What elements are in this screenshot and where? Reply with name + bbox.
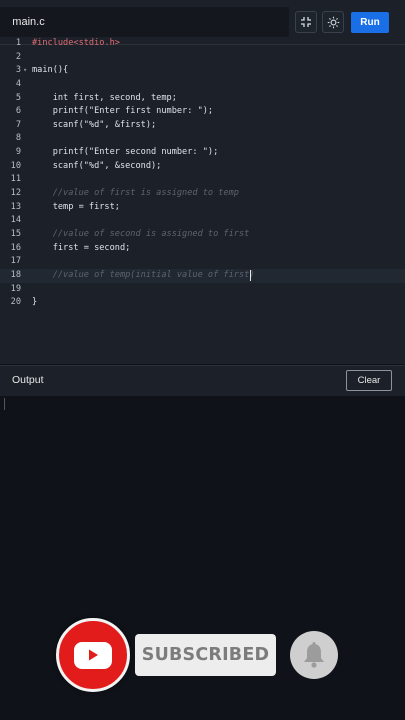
youtube-logo[interactable] [56,618,130,692]
tab-label: main.c [12,16,45,28]
line-number: 10 [10,160,21,171]
code-text: //value of temp(initial value of first) [32,269,255,280]
line-number: 13 [10,201,21,212]
fold-toggle-icon[interactable]: ▾ [23,64,27,78]
clear-button[interactable]: Clear [346,370,392,391]
code-line[interactable]: 20} [0,296,405,310]
code-line[interactable]: 8 [0,132,405,146]
code-line[interactable]: 1 #include<stdio.h> [0,37,405,51]
output-title: Output [12,374,44,386]
code-text: //value of first is assigned to temp [32,188,239,199]
code-text: main(){ [32,65,69,76]
code-line[interactable]: 11 [0,173,405,187]
line-number: 9 [15,147,21,158]
line-number: 20 [10,297,21,308]
line-number: 12 [10,188,21,199]
output-cursor [4,398,5,410]
tab-strip [57,7,289,37]
code-editor[interactable]: main.c Run 1 #include<stdio.h> 2 3 ▾ main(){ 4… [0,0,405,364]
line-number: 5 [15,92,21,103]
line-number: 6 [15,106,21,117]
code-line[interactable]: 16 first = second; [0,242,405,256]
code-text: //value of second is assigned to first [32,228,250,239]
line-number: 7 [15,119,21,130]
code-line[interactable]: 10 scanf("%d", &second); [0,160,405,174]
line-number: 16 [10,242,21,253]
code-line[interactable]: 19 [0,283,405,297]
code-area[interactable]: 1 #include<stdio.h> 2 3 ▾ main(){ 4 5 int first… [0,37,405,310]
line-number: 17 [10,256,21,267]
code-line[interactable]: 17 [0,255,405,269]
code-line[interactable]: 5 int first, second, temp; [0,92,405,106]
code-text: scanf("%d", &second); [32,160,162,171]
play-icon [74,641,112,669]
code-line[interactable]: 14 [0,214,405,228]
code-text: int first, second, temp; [32,92,177,103]
output-header: Output Clear [0,365,405,397]
bell-icon[interactable] [290,631,338,679]
code-line[interactable]: 4 [0,78,405,92]
code-line[interactable]: 3 ▾ main(){ [0,64,405,78]
line-number: 15 [10,228,21,239]
sun-icon [327,16,339,28]
code-line[interactable]: 18 //value of temp(initial value of firs… [0,268,405,283]
code-text: temp = first; [32,201,120,212]
line-number: 4 [15,78,21,89]
fullscreen-toggle-button[interactable] [295,11,317,33]
code-line[interactable]: 6 printf("Enter first number: "); [0,105,405,119]
code-line[interactable]: 13 temp = first; [0,201,405,215]
code-line[interactable]: 7 scanf("%d", &first); [0,119,405,133]
line-number: 1 [15,38,21,48]
line-number: 3 [15,65,21,76]
text-caret [250,269,251,281]
code-text: scanf("%d", &first); [32,119,157,130]
run-button[interactable]: Run [351,12,389,33]
code-line[interactable]: 9 printf("Enter second number: "); [0,146,405,160]
code-line[interactable]: 12 //value of first is assigned to temp [0,187,405,201]
code-text: printf("Enter first number: "); [32,106,214,117]
subscribed-badge[interactable]: SUBSCRIBED [135,634,276,676]
compress-icon [301,17,311,27]
line-number: 14 [10,215,21,226]
line-number: 18 [10,269,21,280]
code-text: #include<stdio.h> [32,38,120,48]
line-number: 11 [10,174,21,185]
theme-toggle-button[interactable] [322,11,344,33]
code-text: } [32,297,38,308]
code-line[interactable]: 15 //value of second is assigned to firs… [0,228,405,242]
code-text: first = second; [32,242,131,253]
code-text: printf("Enter second number: "); [32,147,219,158]
code-line[interactable]: 2 [0,51,405,65]
line-number: 19 [10,283,21,294]
tab-main-c[interactable]: main.c [0,7,58,37]
line-number: 8 [15,133,21,144]
line-number: 2 [15,51,21,62]
